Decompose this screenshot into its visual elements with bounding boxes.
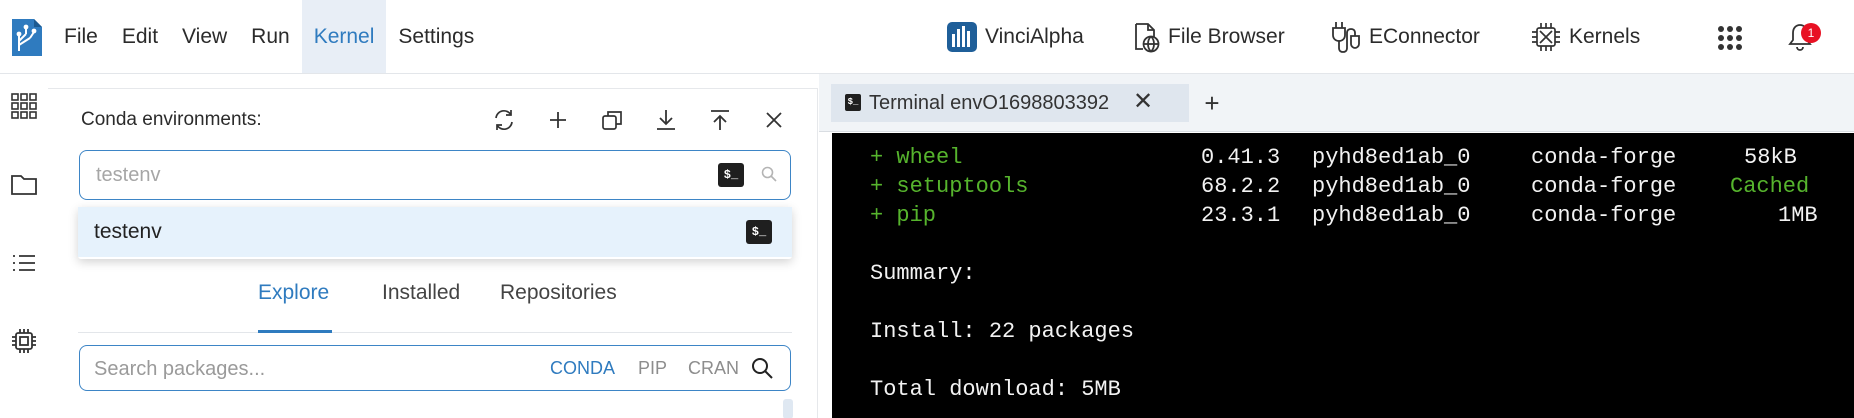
menu-kernel[interactable]: Kernel [301, 0, 387, 73]
main-menu: File Edit View Run Kernel Settings [52, 0, 486, 73]
terminal-summary: Summary: [870, 261, 976, 286]
search-icon[interactable] [750, 356, 774, 380]
package-channel: conda-forge [1531, 203, 1677, 228]
close-tab-icon[interactable]: ✕ [1133, 89, 1153, 115]
package-channel: conda-forge [1531, 174, 1677, 199]
left-rail [0, 74, 48, 418]
folder-icon[interactable] [10, 170, 38, 198]
apps-grid-icon[interactable] [10, 92, 38, 120]
app-logo-icon[interactable] [10, 17, 44, 58]
terminal-total-download: Total download: 5MB [870, 377, 1121, 402]
menu-edit[interactable]: Edit [110, 0, 170, 73]
econnector-button[interactable]: EConnector [1330, 0, 1480, 73]
download-icon[interactable] [653, 107, 679, 133]
terminal-output[interactable]: + wheel 0.41.3 pyhd8ed1ab_0 conda-forge … [832, 133, 1854, 418]
terminal-package-row: + wheel 0.41.3 pyhd8ed1ab_0 conda-forge … [870, 145, 1797, 173]
plus-icon[interactable] [545, 107, 571, 133]
terminal-tab-label: Terminal envO1698803392 [869, 92, 1110, 114]
chip-icon[interactable] [10, 327, 38, 355]
package-size: 1MB [1778, 203, 1818, 228]
search-icon [761, 166, 777, 182]
terminal-icon[interactable]: $_ [746, 220, 772, 244]
package-build: pyhd8ed1ab_0 [1312, 145, 1471, 170]
package-tabs: Explore Installed Repositories [78, 271, 792, 333]
package-search-input[interactable] [94, 356, 534, 382]
menu-view[interactable]: View [170, 0, 239, 73]
package-name: + pip [870, 203, 937, 228]
package-build: pyhd8ed1ab_0 [1312, 203, 1471, 228]
package-size: 58kB [1744, 145, 1797, 170]
source-pip[interactable]: PIP [638, 358, 667, 379]
vincialpha-button[interactable]: VinciAlpha [946, 0, 1084, 73]
conda-panel: Conda environments: $_ Explore Installed… [48, 88, 818, 418]
package-size: Cached [1730, 174, 1810, 199]
add-tab-button[interactable]: + [1193, 84, 1231, 122]
file-browser-label: File Browser [1168, 24, 1285, 48]
source-conda[interactable]: CONDA [550, 358, 615, 379]
upload-icon[interactable] [707, 107, 733, 133]
environment-input-box: $_ [79, 150, 791, 200]
terminal-package-row: + setuptools 68.2.2 pyhd8ed1ab_0 conda-f… [870, 174, 1809, 202]
notification-badge: 1 [1801, 23, 1821, 43]
package-version: 0.41.3 [1201, 145, 1281, 170]
clone-icon[interactable] [599, 107, 625, 133]
terminal-package-row: + pip 23.3.1 pyhd8ed1ab_0 conda-forge 1M… [870, 203, 1818, 231]
vincialpha-label: VinciAlpha [985, 24, 1084, 48]
terminal-icon: $_ [845, 94, 861, 111]
vincialpha-icon [947, 21, 977, 52]
package-search-box: CONDA PIP CRAN [79, 345, 791, 391]
scrollbar[interactable] [783, 399, 793, 418]
list-icon[interactable] [10, 249, 38, 277]
environment-input[interactable] [96, 162, 656, 188]
menu-settings[interactable]: Settings [386, 0, 486, 73]
menu-run[interactable]: Run [239, 0, 302, 73]
file-browser-button[interactable]: File Browser [1131, 0, 1285, 73]
top-bar: File Edit View Run Kernel Settings Vinci… [0, 0, 1854, 74]
panel-title: Conda environments: [81, 109, 262, 130]
apps-grid-icon[interactable] [1717, 25, 1743, 51]
terminal-tab[interactable]: $_ Terminal envO1698803392 ✕ [831, 84, 1189, 122]
package-name: + setuptools [870, 174, 1029, 199]
package-build: pyhd8ed1ab_0 [1312, 174, 1471, 199]
kernels-button[interactable]: Kernels [1530, 0, 1640, 73]
econnector-label: EConnector [1369, 24, 1480, 48]
tab-installed[interactable]: Installed [382, 271, 460, 333]
environment-option[interactable]: testenv $_ [78, 207, 792, 257]
econnector-icon [1332, 21, 1360, 53]
tab-explore[interactable]: Explore [258, 271, 332, 333]
package-name: + wheel [870, 145, 963, 170]
terminal-tab-bar: $_ Terminal envO1698803392 ✕ + [819, 74, 1854, 132]
source-cran[interactable]: CRAN [688, 358, 739, 379]
terminal-install-count: Install: 22 packages [870, 319, 1135, 344]
environment-option-label: testenv [94, 220, 162, 243]
terminal-icon[interactable]: $_ [718, 163, 744, 187]
package-version: 68.2.2 [1201, 174, 1281, 199]
package-version: 23.3.1 [1201, 203, 1281, 228]
menu-file[interactable]: File [52, 0, 110, 73]
environment-dropdown: testenv $_ [78, 207, 792, 259]
kernels-label: Kernels [1569, 24, 1641, 48]
kernels-icon [1532, 22, 1560, 51]
package-channel: conda-forge [1531, 145, 1677, 170]
file-browser-icon [1135, 22, 1160, 53]
tab-repositories[interactable]: Repositories [500, 271, 617, 333]
refresh-icon[interactable] [491, 107, 517, 133]
close-icon[interactable] [761, 107, 787, 133]
